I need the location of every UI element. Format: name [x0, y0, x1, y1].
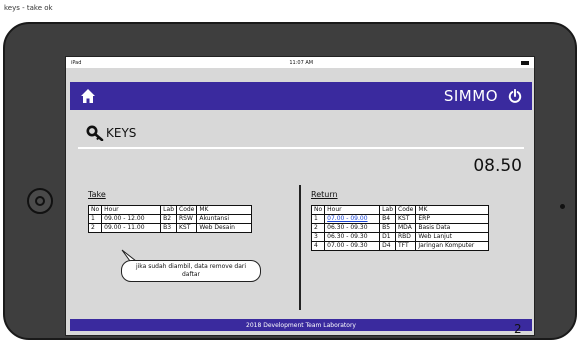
row-lab: B4 [379, 214, 396, 224]
row-code: RSW [175, 214, 198, 224]
take-label: Take [88, 190, 106, 199]
column-header: Hour [324, 205, 381, 215]
row-lab: B5 [379, 223, 396, 233]
column-header: MK [415, 205, 490, 215]
top-navbar: SIMMO [70, 82, 532, 110]
table-header-row: No Hour Lab Code MK [87, 205, 253, 215]
tablet-camera [560, 204, 565, 209]
row-mk: Jaringan Komputer [415, 241, 490, 251]
column-header: No [310, 205, 326, 215]
battery-icon [521, 60, 529, 65]
row-code: KST [175, 223, 198, 233]
return-table: No Hour Lab Code MK 1 07.00 - 09.00 B4 K… [310, 205, 490, 251]
row-hour: 07.00 - 09.30 [324, 241, 381, 251]
table-header-row: No Hour Lab Code MK [310, 205, 490, 215]
row-hour: 06.30 - 09.30 [324, 232, 381, 242]
row-code: TFT [394, 241, 417, 251]
status-bar: iPad 11:07 AM [66, 57, 534, 68]
row-mk: Basis Data [415, 223, 490, 233]
tablet-home-button[interactable] [27, 188, 53, 214]
brand-title: SIMMO [443, 87, 498, 105]
row-mk: Web Lanjut [415, 232, 490, 242]
home-icon[interactable] [80, 88, 96, 104]
column-header: MK [196, 205, 253, 215]
page-caption: keys - take ok [4, 4, 53, 12]
row-lab: B3 [160, 223, 177, 233]
row-no: 3 [310, 232, 326, 242]
table-row[interactable]: 1 09.00 - 12.00 B2 RSW Akuntansi [87, 214, 253, 224]
row-lab: D1 [379, 232, 396, 242]
column-header: Code [175, 205, 198, 215]
carrier-label: iPad [71, 59, 82, 66]
row-code: MDA [394, 223, 417, 233]
table-row[interactable]: 1 07.00 - 09.00 B4 KST ERP [310, 214, 490, 224]
table-row[interactable]: 3 06.30 - 09.30 D1 RBD Web Lanjut [310, 232, 490, 242]
section-divider [299, 185, 301, 310]
note-bubble: jika sudah diambil, data remove dari daf… [121, 260, 261, 282]
row-hour-link[interactable]: 07.00 - 09.00 [324, 214, 381, 224]
corner-mark: 2 [514, 322, 522, 336]
page-header: KEYS [86, 125, 136, 141]
row-hour: 06.30 - 09.30 [324, 223, 381, 233]
key-icon [86, 125, 104, 141]
status-time: 11:07 AM [289, 59, 314, 66]
table-row[interactable]: 2 06.30 - 09.30 B5 MDA Basis Data [310, 223, 490, 233]
row-no: 1 [87, 214, 103, 224]
table-row[interactable]: 4 07.00 - 09.30 D4 TFT Jaringan Komputer [310, 241, 490, 251]
row-mk: Akuntansi [196, 214, 253, 224]
row-no: 2 [87, 223, 103, 233]
tablet-frame: iPad 11:07 AM SIMMO KEYS 08.50 Take No H… [3, 22, 577, 340]
power-icon[interactable] [508, 89, 522, 103]
row-code: RBD [394, 232, 417, 242]
return-label: Return [311, 190, 338, 199]
take-table: No Hour Lab Code MK 1 09.00 - 12.00 B2 R… [87, 205, 253, 233]
row-mk: Web Desain [196, 223, 253, 233]
row-hour: 09.00 - 11.00 [101, 223, 162, 233]
column-header: Hour [101, 205, 162, 215]
page-footer: 2018 Development Team Laboratory [70, 319, 532, 331]
row-mk: ERP [415, 214, 490, 224]
tablet-screen: iPad 11:07 AM SIMMO KEYS 08.50 Take No H… [65, 56, 535, 336]
column-header: Code [394, 205, 417, 215]
column-header: Lab [379, 205, 396, 215]
column-header: Lab [160, 205, 177, 215]
header-divider [78, 147, 524, 149]
column-header: No [87, 205, 103, 215]
row-code: KST [394, 214, 417, 224]
row-no: 4 [310, 241, 326, 251]
table-row[interactable]: 2 09.00 - 11.00 B3 KST Web Desain [87, 223, 253, 233]
row-no: 2 [310, 223, 326, 233]
row-hour: 09.00 - 12.00 [101, 214, 162, 224]
clock-display: 08.50 [473, 156, 522, 176]
page-title: KEYS [106, 126, 137, 140]
row-lab: D4 [379, 241, 396, 251]
row-lab: B2 [160, 214, 177, 224]
row-no: 1 [310, 214, 326, 224]
